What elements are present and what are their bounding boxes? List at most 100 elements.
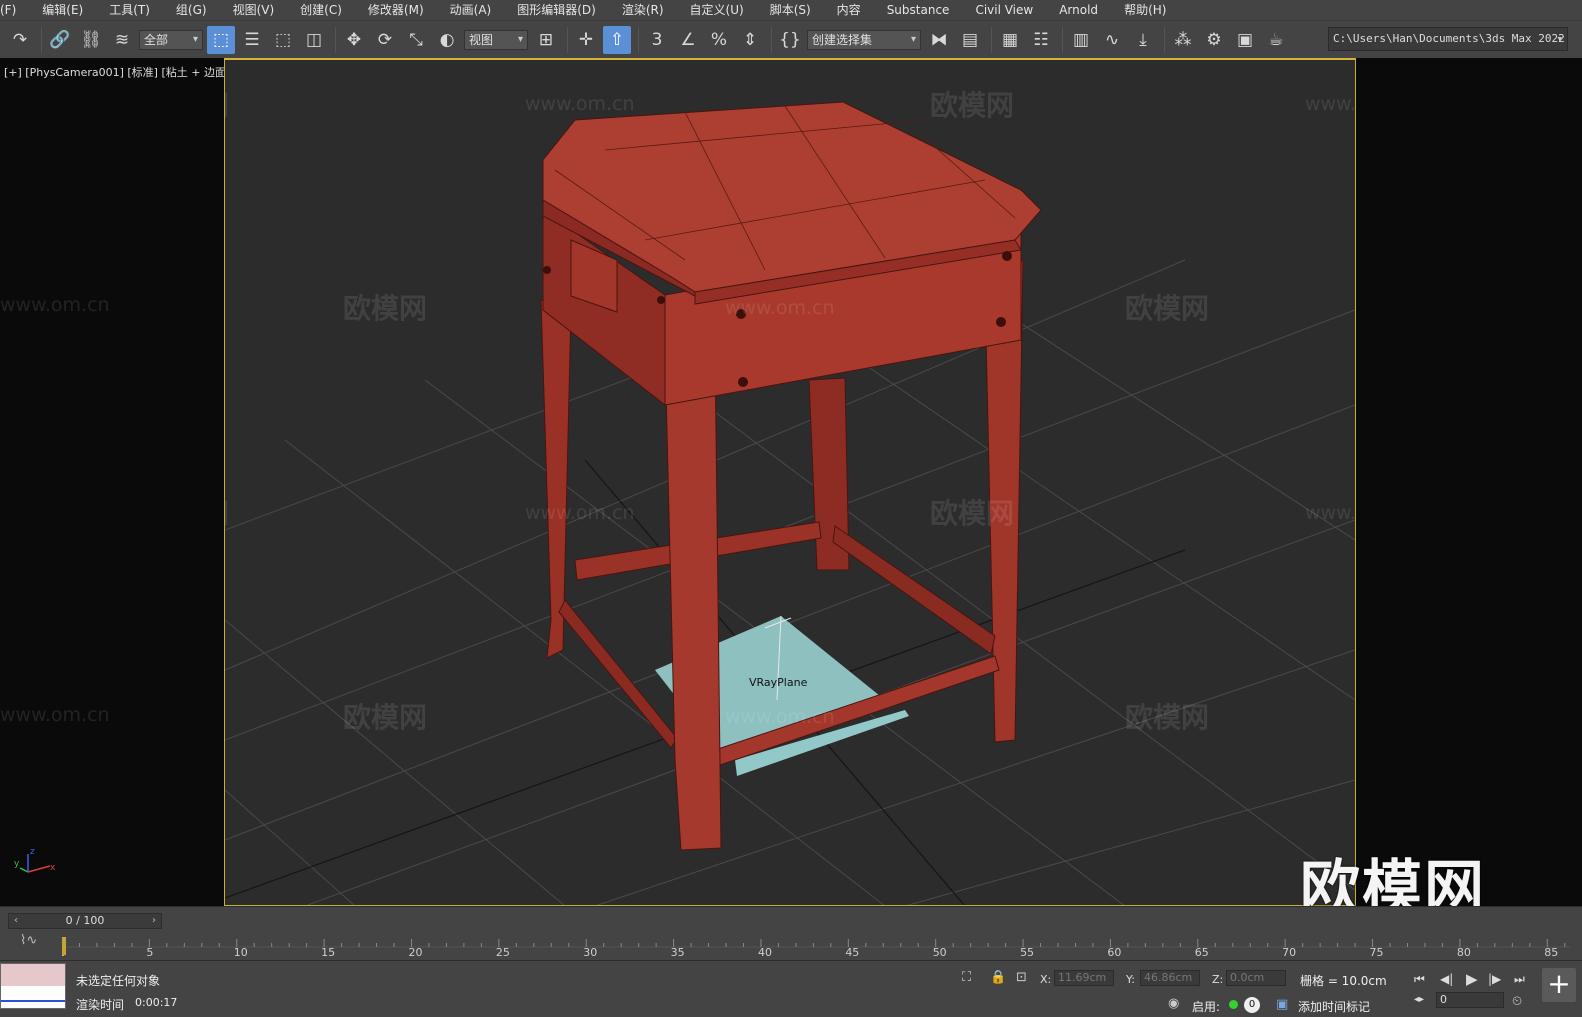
selection-lock-icon[interactable]: 🔒: [990, 970, 1006, 985]
named-selection-set-dropdown[interactable]: 创建选择集: [807, 29, 921, 50]
menu-item-2[interactable]: 工具(T): [96, 0, 163, 20]
absolute-mode-icon[interactable]: ⊡: [1016, 970, 1027, 985]
render-setup-icon[interactable]: ⚙: [1200, 26, 1228, 54]
timeline-track[interactable]: 0510152025303540455055606570758085: [62, 935, 1570, 957]
adaptive-degradation-icon[interactable]: ◉: [1168, 996, 1179, 1011]
watermark-url: www.om.cn: [525, 93, 635, 115]
rotate-icon[interactable]: ⟳: [371, 26, 399, 54]
time-config-icon[interactable]: ⏲: [1512, 994, 1522, 1009]
play-icon[interactable]: ▶: [1466, 970, 1478, 988]
menu-item-6[interactable]: 修改器(M): [355, 0, 437, 20]
menu-item-14[interactable]: Civil View: [962, 0, 1046, 20]
go-to-end-icon[interactable]: ⏭: [1514, 972, 1525, 987]
menu-item-0[interactable]: (F): [0, 0, 29, 20]
menu-item-7[interactable]: 动画(A): [437, 0, 505, 20]
menu-item-10[interactable]: 自定义(U): [677, 0, 757, 20]
menu-item-5[interactable]: 创建(C): [287, 0, 355, 20]
viewport-scene[interactable]: VRayPlane www.om.cn 欧模网 www. 欧模网 www.om.…: [225, 60, 1355, 906]
timeline-tick-label: 80: [1457, 946, 1471, 957]
keyboard-shortcut-override-icon[interactable]: ⇧: [603, 25, 631, 54]
watermark-text: 欧模网: [343, 292, 427, 325]
create-key-plus-icon[interactable]: +: [1542, 968, 1576, 1002]
watermark-url: www.om.cn: [1305, 93, 1355, 115]
current-frame-field[interactable]: 0: [1436, 992, 1504, 1008]
time-slider-next-icon[interactable]: ›: [147, 914, 161, 928]
add-time-tag-button[interactable]: 添加时间标记: [1298, 998, 1370, 1015]
mirror-icon[interactable]: ⧓: [925, 26, 953, 54]
viewport-label[interactable]: [+] [PhysCamera001] [标准] [粘土 + 边面]: [4, 64, 230, 80]
project-path-dropdown[interactable]: C:\Users\Han\Documents\3ds Max 2022: [1328, 27, 1568, 51]
move-icon[interactable]: ✥: [340, 26, 368, 54]
timeline-tick-label: 60: [1107, 946, 1121, 957]
x-coord-label: X:: [1040, 973, 1052, 986]
scale-icon[interactable]: ⤡: [402, 26, 430, 54]
reference-coordinate-dropdown[interactable]: 视图: [464, 29, 528, 50]
material-editor-icon[interactable]: ⁂: [1169, 26, 1197, 54]
redo-icon[interactable]: ↷: [6, 26, 34, 54]
window-crossing-icon[interactable]: ◫: [300, 26, 328, 54]
key-mode-icon[interactable]: ◂▸: [1414, 994, 1424, 1005]
bind-space-warp-icon[interactable]: ≋: [108, 26, 136, 54]
time-cursor[interactable]: [62, 937, 66, 955]
y-coord-field[interactable]: 46.86cm: [1140, 970, 1200, 986]
menu-item-1[interactable]: 编辑(E): [29, 0, 96, 20]
timeline-panel: ‹ 0 / 100 › ⌇∿ 0510152025303540455055606…: [0, 906, 1582, 960]
render-production-icon[interactable]: ☕: [1262, 26, 1290, 54]
toolbar-separator: [1164, 26, 1165, 53]
menu-item-8[interactable]: 图形编辑器(D): [504, 0, 609, 20]
placement-icon[interactable]: ◐: [433, 26, 461, 54]
pivot-center-icon[interactable]: ⊞: [532, 26, 560, 54]
enable-label: 启用:: [1192, 1000, 1221, 1014]
toolbar-separator: [991, 26, 992, 53]
stool-model[interactable]: [540, 101, 1042, 851]
time-slider-prev-icon[interactable]: ‹: [9, 914, 23, 928]
percent-snap-icon[interactable]: %: [705, 26, 733, 54]
next-frame-icon[interactable]: |▶: [1488, 972, 1501, 986]
spinner-snap-icon[interactable]: ⇕: [736, 26, 764, 54]
time-tag-icon[interactable]: ▣: [1276, 997, 1288, 1012]
toolbar-separator: [567, 26, 568, 53]
previous-frame-icon[interactable]: ◀|: [1440, 972, 1453, 986]
unlink-icon[interactable]: ⛓: [77, 26, 105, 54]
isolate-selection-icon[interactable]: ⛶: [962, 970, 971, 985]
mini-curve-editor-icon[interactable]: ⌇∿: [20, 933, 37, 948]
menu-item-12[interactable]: 内容: [824, 0, 874, 20]
menu-item-4[interactable]: 视图(V): [220, 0, 288, 20]
layer-explorer-icon[interactable]: ☷: [1027, 26, 1055, 54]
menu-item-16[interactable]: 帮助(H): [1111, 0, 1179, 20]
menu-bar: (F) 编辑(E) 工具(T) 组(G) 视图(V) 创建(C) 修改器(M) 动画(A) 图形…: [0, 0, 1582, 20]
timeline-tick-label: 15: [321, 946, 335, 957]
snap-toggle-icon[interactable]: 3: [643, 26, 671, 54]
enable-count-badge[interactable]: 0: [1244, 997, 1260, 1013]
watermark-url: www.om.cn: [1305, 502, 1355, 524]
z-coord-label: Z:: [1212, 973, 1224, 986]
x-coord-field[interactable]: 11.69cm: [1054, 970, 1114, 986]
go-to-start-icon[interactable]: ⏮: [1414, 972, 1425, 987]
link-icon[interactable]: 🔗: [46, 26, 74, 54]
edit-named-selection-icon[interactable]: {}: [776, 26, 804, 54]
z-coord-field[interactable]: 0.0cm: [1226, 970, 1286, 986]
align-icon[interactable]: ▤: [956, 26, 984, 54]
watermark-url: www.om.cn: [0, 294, 110, 316]
select-manipulate-icon[interactable]: ✛: [572, 26, 600, 54]
menu-item-9[interactable]: 渲染(R): [609, 0, 677, 20]
menu-item-3[interactable]: 组(G): [163, 0, 220, 20]
selection-filter-dropdown[interactable]: 全部: [139, 29, 203, 50]
scene-explorer-icon[interactable]: ▦: [996, 26, 1024, 54]
maxscript-mini-listener[interactable]: [0, 963, 66, 1009]
menu-item-15[interactable]: Arnold: [1046, 0, 1111, 20]
curve-editor-icon[interactable]: ∿: [1098, 26, 1126, 54]
axis-z-label: z: [30, 847, 35, 857]
menu-item-13[interactable]: Substance: [874, 0, 963, 20]
timeline-tick-label: 35: [671, 946, 685, 957]
schematic-view-icon[interactable]: ⤓: [1129, 26, 1157, 54]
time-slider[interactable]: ‹ 0 / 100 ›: [8, 913, 162, 929]
select-object-icon[interactable]: ⬚: [207, 25, 235, 54]
menu-item-11[interactable]: 脚本(S): [757, 0, 824, 20]
angle-snap-icon[interactable]: ∠: [674, 26, 702, 54]
camera-safe-frame[interactable]: VRayPlane www.om.cn 欧模网 www. 欧模网 www.om.…: [224, 58, 1356, 906]
select-by-name-icon[interactable]: ☰: [238, 26, 266, 54]
ribbon-toggle-icon[interactable]: ▥: [1067, 26, 1095, 54]
rectangular-selection-icon[interactable]: ⬚: [269, 26, 297, 54]
rendered-frame-window-icon[interactable]: ▣: [1231, 26, 1259, 54]
